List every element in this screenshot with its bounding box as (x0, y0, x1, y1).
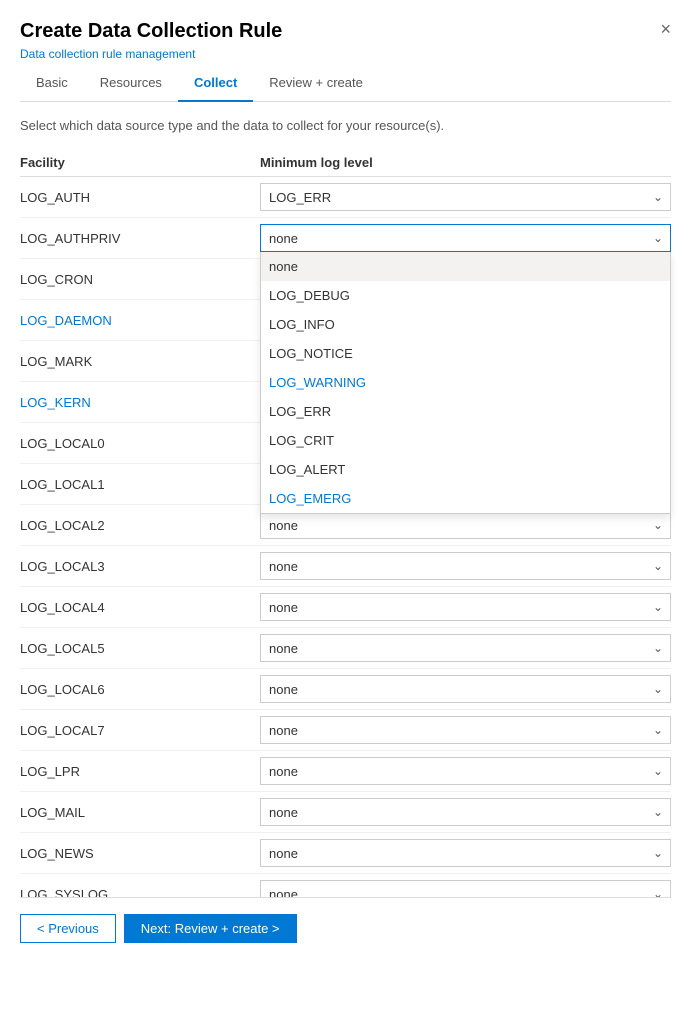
log-local6-select[interactable]: noneLOG_DEBUGLOG_INFOLOG_NOTICELOG_WARNI… (260, 675, 671, 703)
tab-bar: Basic Resources Collect Review + create (20, 65, 671, 102)
table-row: LOG_AUTHPRIV none LOG_DEBUG LOG_INFO LOG… (20, 218, 671, 259)
log-local2-select[interactable]: noneLOG_DEBUGLOG_INFOLOG_NOTICELOG_WARNI… (260, 511, 671, 539)
facility-label: LOG_LOCAL0 (20, 436, 260, 451)
table-row: LOG_LPR noneLOG_DEBUGLOG_INFOLOG_NOTICEL… (20, 751, 671, 792)
dropdown-menu: none LOG_DEBUG LOG_INFO LOG_NOTICE LOG_W… (260, 252, 671, 514)
facility-label: LOG_LOCAL6 (20, 682, 260, 697)
facility-label: LOG_LPR (20, 764, 260, 779)
facility-label: LOG_LOCAL1 (20, 477, 260, 492)
table-row: LOG_LOCAL5 noneLOG_DEBUGLOG_INFOLOG_NOTI… (20, 628, 671, 669)
col-facility-header: Facility (20, 155, 260, 170)
dropdown-item-log-err[interactable]: LOG_ERR (261, 397, 670, 426)
log-local4-select-wrapper: noneLOG_DEBUGLOG_INFOLOG_NOTICELOG_WARNI… (260, 593, 671, 621)
facility-label: LOG_LOCAL4 (20, 600, 260, 615)
log-local6-select-wrapper: noneLOG_DEBUGLOG_INFOLOG_NOTICELOG_WARNI… (260, 675, 671, 703)
log-local3-select-wrapper: noneLOG_DEBUGLOG_INFOLOG_NOTICELOG_WARNI… (260, 552, 671, 580)
tab-resources[interactable]: Resources (84, 65, 178, 102)
log-auth-select-wrapper: none LOG_DEBUG LOG_INFO LOG_NOTICE LOG_W… (260, 183, 671, 211)
col-loglevel-header: Minimum log level (260, 155, 671, 170)
table-row: LOG_LOCAL6 noneLOG_DEBUGLOG_INFOLOG_NOTI… (20, 669, 671, 710)
log-local7-select-wrapper: noneLOG_DEBUGLOG_INFOLOG_NOTICELOG_WARNI… (260, 716, 671, 744)
tab-basic[interactable]: Basic (20, 65, 84, 102)
dropdown-item-log-crit[interactable]: LOG_CRIT (261, 426, 670, 455)
log-local2-select-wrapper: noneLOG_DEBUGLOG_INFOLOG_NOTICELOG_WARNI… (260, 511, 671, 539)
facility-label: LOG_AUTH (20, 190, 260, 205)
table-row: LOG_LOCAL4 noneLOG_DEBUGLOG_INFOLOG_NOTI… (20, 587, 671, 628)
table-row: LOG_AUTH none LOG_DEBUG LOG_INFO LOG_NOT… (20, 177, 671, 218)
facility-label: LOG_DAEMON (20, 313, 260, 328)
next-button[interactable]: Next: Review + create > (124, 914, 297, 943)
log-mail-select[interactable]: noneLOG_DEBUGLOG_INFOLOG_NOTICELOG_WARNI… (260, 798, 671, 826)
facility-label: LOG_NEWS (20, 846, 260, 861)
dialog-title-area: Create Data Collection Rule Data collect… (20, 20, 282, 61)
dropdown-item-log-alert[interactable]: LOG_ALERT (261, 455, 670, 484)
footer: < Previous Next: Review + create > (20, 897, 671, 959)
log-authpriv-select-wrapper: none LOG_DEBUG LOG_INFO LOG_NOTICE LOG_W… (260, 224, 671, 252)
tab-collect[interactable]: Collect (178, 65, 253, 102)
facility-label: LOG_CRON (20, 272, 260, 287)
log-news-select[interactable]: noneLOG_DEBUGLOG_INFOLOG_NOTICELOG_WARNI… (260, 839, 671, 867)
dialog-header: Create Data Collection Rule Data collect… (20, 20, 671, 61)
log-authpriv-select[interactable]: none LOG_DEBUG LOG_INFO LOG_NOTICE LOG_W… (260, 224, 671, 252)
table-row: LOG_NEWS noneLOG_DEBUGLOG_INFOLOG_NOTICE… (20, 833, 671, 874)
tab-review-create[interactable]: Review + create (253, 65, 379, 102)
table-row: LOG_MAIL noneLOG_DEBUGLOG_INFOLOG_NOTICE… (20, 792, 671, 833)
table-row: LOG_LOCAL3 noneLOG_DEBUGLOG_INFOLOG_NOTI… (20, 546, 671, 587)
dialog-subtitle: Data collection rule management (20, 47, 282, 61)
log-local5-select-wrapper: noneLOG_DEBUGLOG_INFOLOG_NOTICELOG_WARNI… (260, 634, 671, 662)
dropdown-item-log-emerg[interactable]: LOG_EMERG (261, 484, 670, 513)
log-lpr-select[interactable]: noneLOG_DEBUGLOG_INFOLOG_NOTICELOG_WARNI… (260, 757, 671, 785)
dialog: Create Data Collection Rule Data collect… (0, 0, 691, 1026)
table-row: LOG_LOCAL7 noneLOG_DEBUGLOG_INFOLOG_NOTI… (20, 710, 671, 751)
table-header: Facility Minimum log level (20, 149, 671, 177)
facility-label: LOG_LOCAL7 (20, 723, 260, 738)
facility-label: LOG_MAIL (20, 805, 260, 820)
close-button[interactable]: × (660, 20, 671, 38)
dialog-title: Create Data Collection Rule (20, 20, 282, 43)
facility-label: LOG_LOCAL3 (20, 559, 260, 574)
log-local7-select[interactable]: noneLOG_DEBUGLOG_INFOLOG_NOTICELOG_WARNI… (260, 716, 671, 744)
facility-label: LOG_LOCAL2 (20, 518, 260, 533)
log-local5-select[interactable]: noneLOG_DEBUGLOG_INFOLOG_NOTICELOG_WARNI… (260, 634, 671, 662)
dropdown-item-log-info[interactable]: LOG_INFO (261, 310, 670, 339)
log-news-select-wrapper: noneLOG_DEBUGLOG_INFOLOG_NOTICELOG_WARNI… (260, 839, 671, 867)
facility-label: LOG_LOCAL5 (20, 641, 260, 656)
dropdown-item-log-notice[interactable]: LOG_NOTICE (261, 339, 670, 368)
dropdown-item-log-warning[interactable]: LOG_WARNING (261, 368, 670, 397)
content-area: Facility Minimum log level LOG_AUTH none… (20, 149, 671, 956)
log-lpr-select-wrapper: noneLOG_DEBUGLOG_INFOLOG_NOTICELOG_WARNI… (260, 757, 671, 785)
facility-label: LOG_AUTHPRIV (20, 231, 260, 246)
log-local4-select[interactable]: noneLOG_DEBUGLOG_INFOLOG_NOTICELOG_WARNI… (260, 593, 671, 621)
dropdown-item-log-debug[interactable]: LOG_DEBUG (261, 281, 670, 310)
log-local3-select[interactable]: noneLOG_DEBUGLOG_INFOLOG_NOTICELOG_WARNI… (260, 552, 671, 580)
dropdown-item-none[interactable]: none (261, 252, 670, 281)
log-auth-select[interactable]: none LOG_DEBUG LOG_INFO LOG_NOTICE LOG_W… (260, 183, 671, 211)
previous-button[interactable]: < Previous (20, 914, 116, 943)
facility-label: LOG_KERN (20, 395, 260, 410)
facility-label: LOG_MARK (20, 354, 260, 369)
page-description: Select which data source type and the da… (20, 118, 671, 133)
log-mail-select-wrapper: noneLOG_DEBUGLOG_INFOLOG_NOTICELOG_WARNI… (260, 798, 671, 826)
